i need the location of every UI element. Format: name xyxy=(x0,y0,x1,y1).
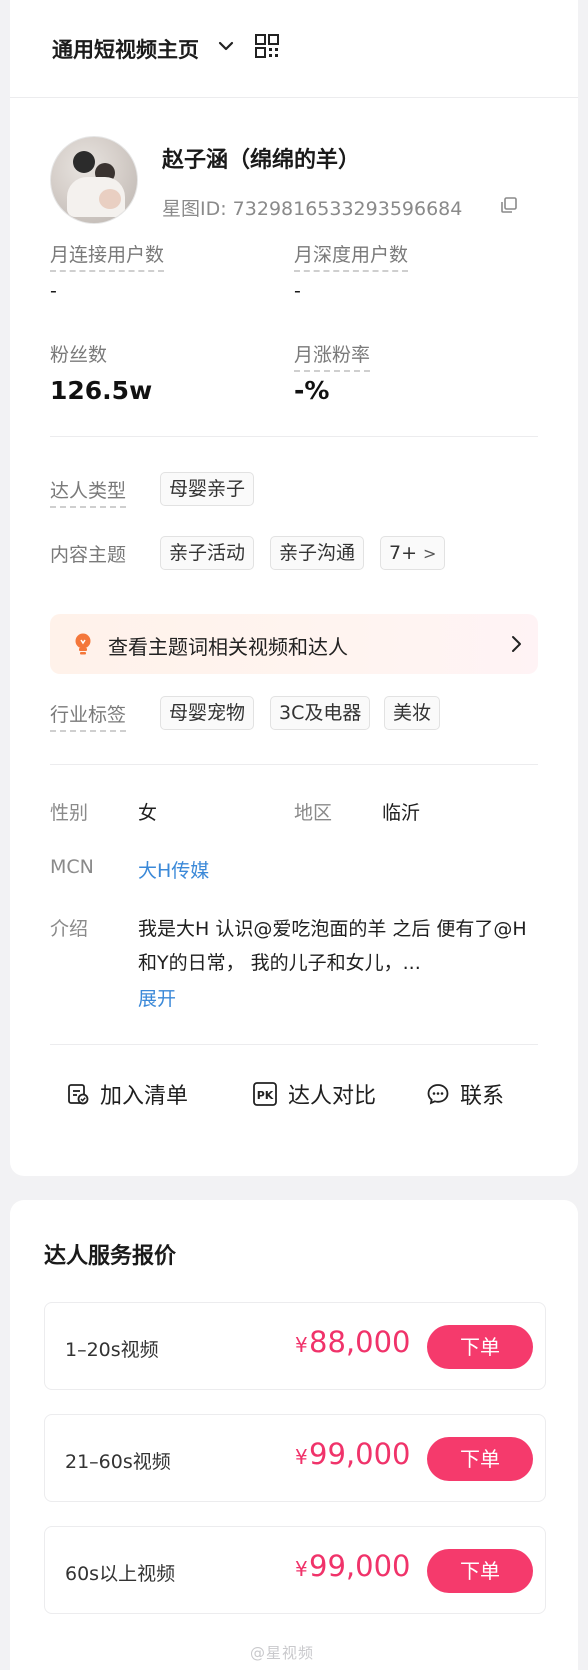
compare-label: 达人对比 xyxy=(288,1084,377,1109)
svg-text:PK: PK xyxy=(257,1089,274,1102)
pricing-card: 达人服务报价 1–20s视频 ¥ 88,000 下单 21–60s视频 ¥ 99… xyxy=(10,1200,578,1670)
pricing-title: 达人服务报价 xyxy=(44,1244,177,1269)
intro-text: 我是大H 认识@爱吃泡面的羊 之后 便有了@H和Y的日常， 我的儿子和女儿，..… xyxy=(138,918,527,974)
watermark: @星视频 xyxy=(250,1644,315,1662)
tag-chip[interactable]: 母婴亲子 xyxy=(160,472,255,506)
currency-symbol: ¥ xyxy=(295,1445,308,1469)
contact-label: 联系 xyxy=(460,1084,505,1109)
currency-symbol: ¥ xyxy=(295,1557,308,1581)
divider xyxy=(50,1044,538,1045)
metric-label-monthly-deep[interactable]: 月深度用户数 xyxy=(294,240,409,272)
price-row: 1–20s视频 ¥ 88,000 下单 xyxy=(44,1302,546,1390)
contact-button[interactable]: 联系 xyxy=(426,1078,504,1110)
intro-label: 介绍 xyxy=(50,918,89,940)
mcn-link[interactable]: 大H传媒 xyxy=(138,856,209,883)
industry-label[interactable]: 行业标签 xyxy=(50,700,127,732)
order-button[interactable]: 下单 xyxy=(427,1325,533,1369)
service-name: 21–60s视频 xyxy=(65,1451,171,1473)
theme-banner[interactable]: 查看主题词相关视频和达人 xyxy=(50,614,538,674)
page-title[interactable]: 通用短视频主页 xyxy=(52,34,199,64)
industry-chip[interactable]: 美妆 xyxy=(384,696,441,730)
chevron-right-icon xyxy=(512,636,521,652)
metric-value-monthly-connected: - xyxy=(50,280,57,302)
price-row: 60s以上视频 ¥ 99,000 下单 xyxy=(44,1526,546,1614)
add-to-list-button[interactable]: 加入清单 xyxy=(66,1078,188,1110)
divider xyxy=(50,436,538,437)
order-button[interactable]: 下单 xyxy=(427,1437,533,1481)
metric-value-fan-growth: -% xyxy=(294,376,330,405)
star-id: 星图ID: 7329816533293596684 xyxy=(162,198,463,220)
chat-bubble-icon xyxy=(427,1084,449,1105)
chevron-down-icon[interactable] xyxy=(216,36,236,56)
theme-more-count: 7+ xyxy=(389,542,418,564)
talent-type-label[interactable]: 达人类型 xyxy=(50,476,127,508)
price-amount: 88,000 xyxy=(309,1325,411,1359)
theme-chip[interactable]: 亲子活动 xyxy=(160,536,255,570)
service-name: 1–20s视频 xyxy=(65,1339,159,1361)
order-button[interactable]: 下单 xyxy=(427,1549,533,1593)
copy-icon[interactable] xyxy=(500,196,518,214)
avatar[interactable] xyxy=(50,136,138,224)
metric-label-fans: 粉丝数 xyxy=(50,344,108,366)
metric-label-fan-growth[interactable]: 月涨粉率 xyxy=(294,340,371,372)
add-to-list-label: 加入清单 xyxy=(100,1084,189,1109)
currency-symbol: ¥ xyxy=(295,1333,308,1357)
talent-name: 赵子涵（绵绵的羊） xyxy=(162,148,361,173)
gender-value: 女 xyxy=(138,802,158,824)
metric-value-fans: 126.5w xyxy=(50,376,153,405)
top-bar: 通用短视频主页 xyxy=(10,0,578,98)
content-theme-label: 内容主题 xyxy=(50,544,127,566)
banner-text: 查看主题词相关视频和达人 xyxy=(108,635,348,659)
profile-card: 通用短视频主页 赵子涵（绵绵的羊） 星图ID: 7329816533293596… xyxy=(10,0,578,1176)
price-row: 21–60s视频 ¥ 99,000 下单 xyxy=(44,1414,546,1502)
expand-link[interactable]: 展开 xyxy=(138,984,176,1011)
lightbulb-icon xyxy=(75,633,91,655)
theme-chip[interactable]: 亲子沟通 xyxy=(270,536,365,570)
industry-chip[interactable]: 3C及电器 xyxy=(270,696,371,730)
theme-more-button[interactable]: 7+ > xyxy=(380,536,446,570)
metric-value-monthly-deep: - xyxy=(294,280,301,302)
metric-label-monthly-connected[interactable]: 月连接用户数 xyxy=(50,240,165,272)
price-amount: 99,000 xyxy=(309,1437,411,1471)
pk-icon: PK xyxy=(253,1082,277,1106)
service-name: 60s以上视频 xyxy=(65,1563,176,1585)
price-amount: 99,000 xyxy=(309,1549,411,1583)
chevron-right-icon: > xyxy=(423,544,437,563)
industry-chip[interactable]: 母婴宠物 xyxy=(160,696,255,730)
divider xyxy=(50,764,538,765)
region-value: 临沂 xyxy=(382,802,421,824)
qrcode-icon[interactable] xyxy=(254,33,280,59)
region-label: 地区 xyxy=(294,802,333,824)
list-add-icon xyxy=(68,1084,89,1105)
mcn-label: MCN xyxy=(50,856,94,878)
compare-button[interactable]: PK 达人对比 xyxy=(252,1078,376,1110)
gender-label: 性别 xyxy=(50,802,89,824)
